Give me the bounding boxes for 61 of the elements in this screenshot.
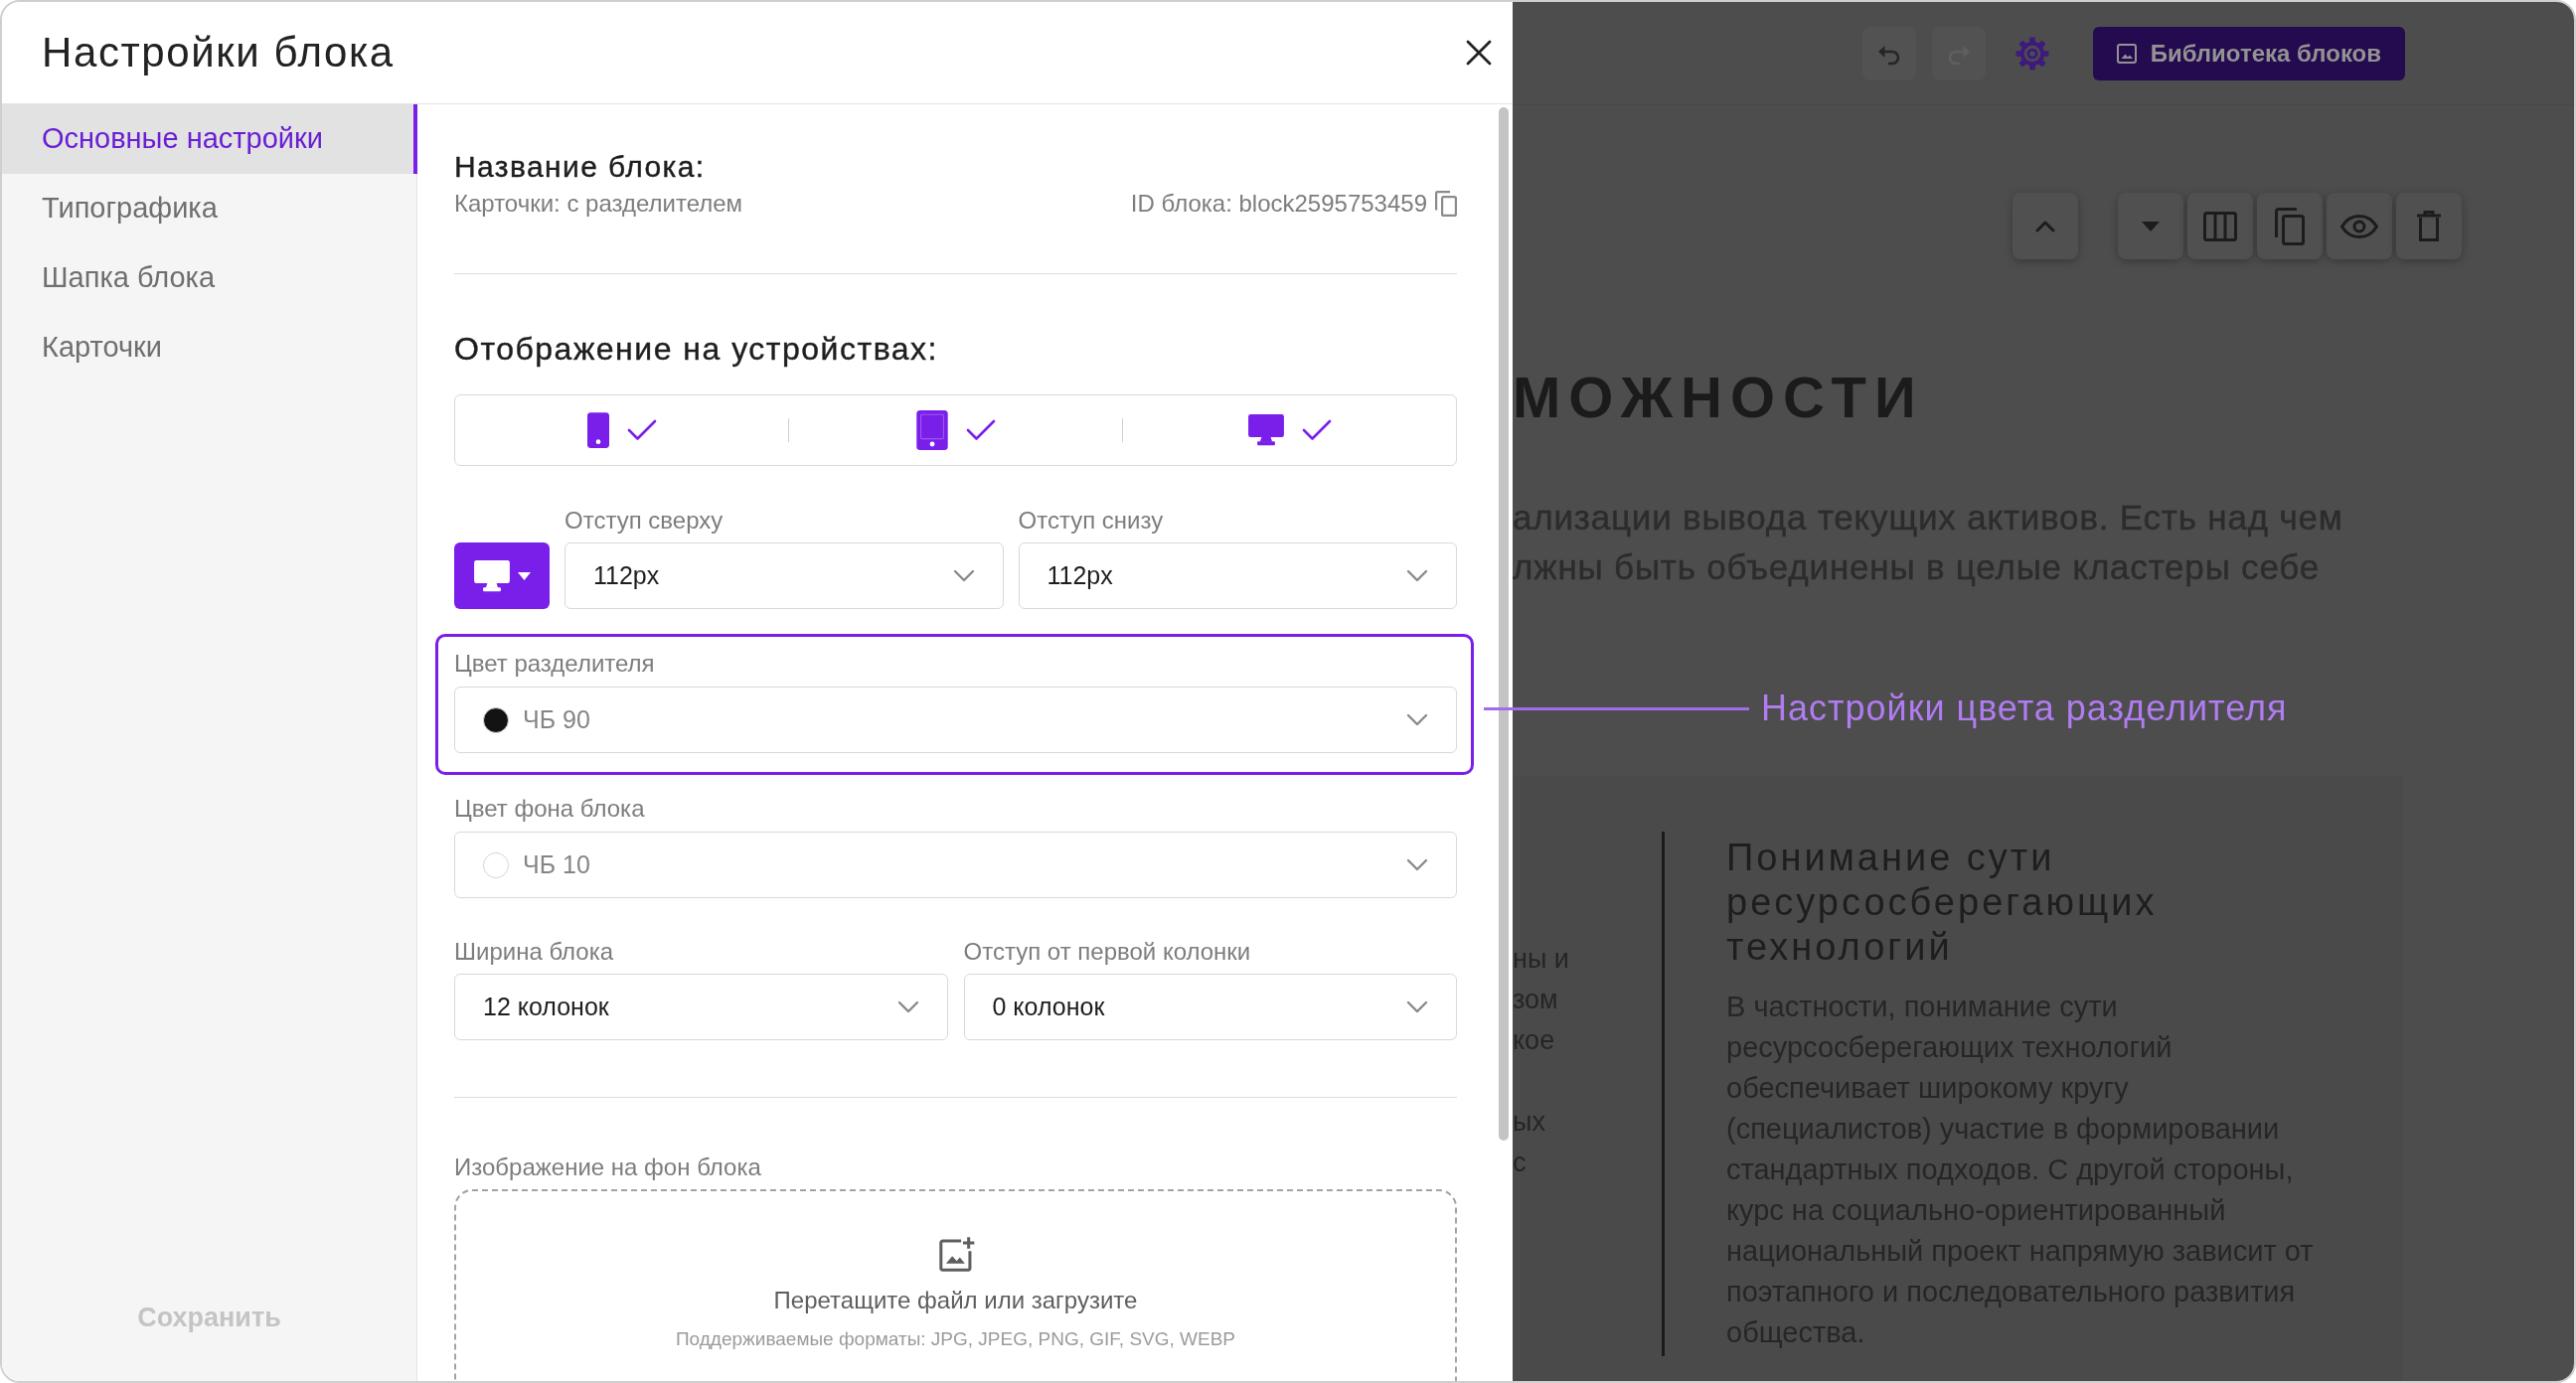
settings-icon[interactable] (2014, 36, 2049, 71)
chevron-down-icon (1406, 713, 1428, 726)
select-field[interactable]: 12 колонок (454, 974, 948, 1040)
field-label: Цвет разделителя (454, 649, 656, 679)
caret-down-icon (2142, 221, 2160, 231)
block-library-button[interactable]: Библиотека блоков (2092, 26, 2405, 80)
close-icon[interactable] (1466, 40, 1492, 66)
field-label: Цвет фона блока (454, 794, 646, 824)
copy-icon (2275, 207, 2305, 245)
undo-button[interactable] (1861, 26, 1916, 80)
image-icon (2116, 43, 2137, 64)
section-heading: Название блока: (454, 149, 707, 185)
select-field[interactable]: ЧБ 10 (454, 832, 1457, 898)
dropdown-button[interactable] (2118, 193, 2183, 259)
scrollbar-thumb[interactable] (1499, 107, 1509, 1141)
caret-down-icon (517, 571, 531, 580)
columns-button[interactable] (2187, 193, 2253, 259)
monitor-icon[interactable] (1247, 414, 1284, 446)
check-icon (626, 419, 657, 441)
trash-icon (2417, 210, 2441, 242)
select-field[interactable]: 112px (1018, 542, 1457, 609)
sidebar-item[interactable]: Шапка блока (2, 243, 417, 313)
field-label: Отступ снизу (1018, 506, 1165, 536)
check-icon (1301, 419, 1332, 441)
sidebar-item[interactable]: Типографика (2, 174, 417, 243)
field-label: Отступ сверху (564, 506, 724, 536)
field-label: Изображение на фон блока (454, 1152, 762, 1182)
device-picker-button[interactable] (454, 542, 550, 609)
chevron-up-icon (2035, 220, 2055, 232)
chevron-down-icon (1406, 569, 1428, 582)
upload-hint: Поддерживаемые форматы: JPG, JPEG, PNG, GIF, SVG, WEBP (675, 1327, 1236, 1351)
move-up-button[interactable] (2012, 193, 2078, 259)
chevron-down-icon (1406, 858, 1428, 871)
sidebar-item[interactable]: Карточки (2, 313, 417, 383)
chevron-down-icon (896, 1000, 919, 1013)
upload-prompt: Перетащите файл или загрузите (773, 1286, 1138, 1315)
visibility-button[interactable] (2327, 193, 2392, 259)
columns-icon (2203, 211, 2237, 241)
duplicate-button[interactable] (2257, 193, 2323, 259)
field-label: Ширина блока (454, 937, 615, 967)
phone-icon[interactable] (586, 412, 609, 448)
delete-button[interactable] (2396, 193, 2462, 259)
upload-dropzone[interactable]: Перетащите файл или загрузите Поддерживаемые форматы: JPG, JPEG, PNG, GIF, SVG, WEBP (454, 1189, 1457, 1381)
eye-icon (2340, 214, 2378, 238)
select-field[interactable]: 0 колонок (963, 974, 1457, 1040)
chevron-down-icon (1406, 1000, 1428, 1013)
block-name-text: Карточки: с разделителем (454, 189, 743, 219)
annotation-label: Настройки цвета разделителя (1761, 687, 2288, 730)
block-id-text: ID блока: block2595753459 (1130, 189, 1427, 219)
field-label: Отступ от первой колонки (963, 937, 1252, 967)
dialog-title: Настройки блока (42, 28, 395, 77)
select-field[interactable]: ЧБ 90 (454, 687, 1457, 753)
monitor-icon (473, 559, 510, 592)
copy-icon[interactable] (1435, 191, 1457, 217)
section-heading: Отображение на устройствах: (454, 330, 939, 368)
tablet-icon[interactable] (915, 410, 948, 450)
sidebar-item[interactable]: Основные настройки (2, 104, 417, 174)
check-icon (965, 419, 996, 441)
chevron-down-icon (952, 569, 975, 582)
image-plus-icon (936, 1236, 975, 1274)
select-field[interactable]: 112px (564, 542, 1004, 609)
